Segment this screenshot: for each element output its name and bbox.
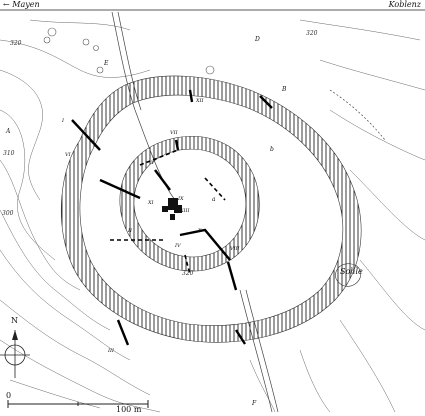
section-iii: III: [108, 348, 114, 354]
direction-mayen: ← Mayen: [3, 0, 40, 9]
section-iv: IV: [175, 243, 181, 249]
marker-b: B: [282, 86, 287, 93]
section-xiii: XIII: [180, 208, 190, 214]
marker-e: E: [104, 60, 109, 67]
section-viii: VIII: [230, 246, 240, 252]
contour-label: 300: [2, 210, 14, 217]
marker-b-small: b: [270, 146, 274, 153]
section-ii: II: [128, 228, 132, 234]
contour-label: 320: [306, 30, 318, 37]
marker-a: A: [6, 128, 11, 135]
vegetation: [43, 27, 215, 75]
north-arrow: [0, 330, 30, 378]
direction-koblenz: Koblenz: [388, 0, 421, 9]
marker-f: F: [252, 400, 257, 407]
section-i: I: [62, 118, 64, 124]
cave-label: Sohle: [340, 267, 363, 276]
section-x: X: [198, 228, 202, 234]
section-xii: XII: [196, 98, 204, 104]
contour-label: 320: [10, 40, 22, 47]
contour-label: 310: [3, 150, 15, 157]
outer-rampart: [61, 75, 362, 343]
section-v: V: [151, 160, 155, 166]
marker-a-small: a: [212, 196, 216, 203]
contour-label: 320: [182, 270, 194, 277]
north-label: N: [11, 316, 18, 325]
section-vii: VII: [170, 130, 178, 136]
section-vi: VI: [65, 152, 71, 158]
scale-end: 100 m: [116, 405, 142, 414]
section-ix: IX: [178, 196, 184, 202]
section-xi: XI: [148, 200, 154, 206]
scale-zero: 0: [6, 391, 12, 400]
site-plan-map: [0, 9, 425, 413]
marker-d: D: [255, 36, 260, 43]
